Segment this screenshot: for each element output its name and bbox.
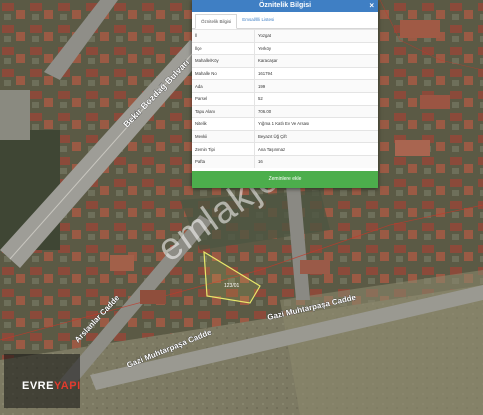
logo-text: EVREYAPI — [22, 380, 81, 392]
table-row: İl Yozgat — [192, 29, 378, 43]
table-row: Nitelik Yığma 1 Katlı Ev Ve Arsası — [192, 117, 378, 131]
logo-text-accent: YAPI — [53, 380, 81, 392]
add-to-ground-button[interactable]: Zeminlere ekle — [192, 171, 378, 188]
parcel-label: 123/01 — [224, 283, 240, 289]
logo-text-main: EVRE — [22, 380, 54, 392]
table-row: Mevkii Beyazıt Üğ Çift — [192, 129, 378, 143]
table-row: Mahalle/Köy Karacaşar — [192, 54, 378, 68]
tab-attribute-info[interactable]: Öznitelik Bilgisi — [195, 14, 238, 29]
table-row: Parsel 52 — [192, 91, 378, 106]
close-icon[interactable]: × — [369, 0, 374, 12]
table-row: Ada 199 — [192, 79, 378, 93]
panel-header: Öznitelik Bilgisi × — [192, 0, 378, 12]
table-row: Pafta 16 — [192, 154, 378, 168]
tab-emsal-list[interactable]: Emsal/İlli Listesi — [237, 12, 279, 28]
table-row: Mahalle No 161794 — [192, 66, 378, 80]
table-row: Zemin Tipi Ana Taşınmaz — [192, 142, 378, 156]
logo: EVREYAPI — [4, 354, 80, 408]
panel-title: Öznitelik Bilgisi — [258, 2, 312, 9]
table-row: İlçe Yerköy — [192, 41, 378, 55]
table-row: Tapu Alanı 706.00 — [192, 104, 378, 118]
attribute-table: İl Yozgat İlçe Yerköy Mahalle/Köy Karacaşar… — [192, 29, 378, 168]
panel-tabs: Öznitelik Bilgisi Emsal/İlli Listesi — [192, 12, 378, 29]
attribute-panel: Öznitelik Bilgisi × Öznitelik Bilgisi Em… — [192, 0, 378, 188]
